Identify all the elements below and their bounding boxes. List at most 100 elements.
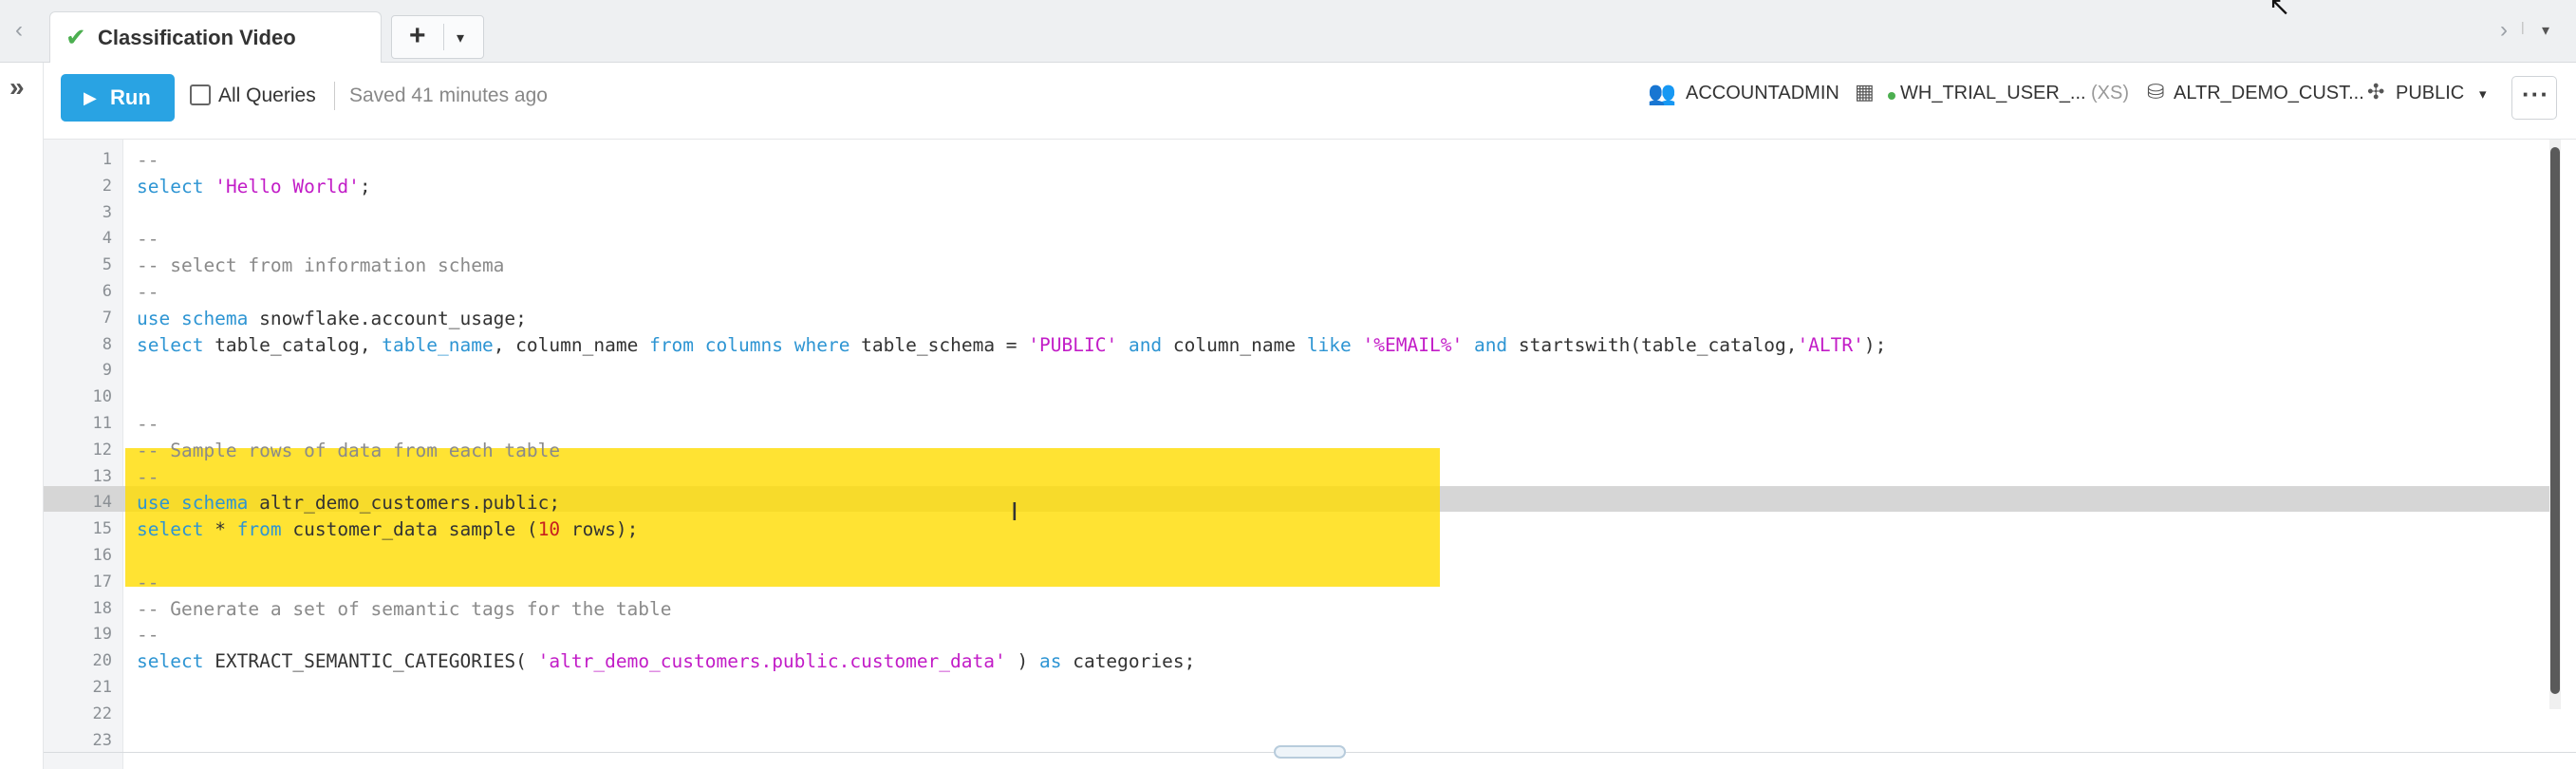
code-line[interactable] [137,358,1886,384]
line-number: 22 [92,703,112,723]
tab-list-menu-icon[interactable]: ▾ [2542,21,2549,40]
results-splitter-handle[interactable] [1274,745,1346,759]
code-token: 'altr_demo_customers.public.customer_dat… [537,650,1006,673]
text-cursor-icon: I [1011,498,1018,527]
chevron-down-icon[interactable]: ▾ [2479,85,2487,103]
code-token: 'ALTR' [1797,333,1864,356]
mouse-pointer-icon: ↖ [2268,0,2291,21]
run-button-label: Run [110,85,151,109]
code-token: altr_demo_customers.public; [248,492,561,515]
tab-bar-divider: | [2521,19,2525,34]
line-number: 13 [92,466,112,486]
role-selector[interactable]: ACCOUNTADMIN [1686,83,1839,104]
code-line[interactable]: select table_catalog, table_name, column… [137,332,1886,359]
code-token: and [1473,333,1508,356]
code-line[interactable] [137,675,1886,702]
code-token: * [203,518,237,541]
line-number: 8 [102,334,112,354]
code-line[interactable]: -- Sample rows of data from each table [137,438,1886,464]
code-line[interactable]: use schema snowflake.account_usage; [137,306,1886,332]
warehouse-size: (XS) [2091,83,2129,103]
line-number: 4 [102,229,112,249]
code-token: where [793,333,850,356]
code-lines[interactable]: -- select 'Hello World'; -- -- select from… [137,147,1886,754]
tab-classification-video[interactable]: ✔ Classification Video [49,11,382,63]
code-token: -- [137,465,159,488]
line-number: 21 [92,677,112,697]
code-line[interactable]: -- [137,464,1886,491]
code-line[interactable] [137,384,1886,411]
plus-icon: + [409,20,426,51]
code-token: customer_data sample ( [281,518,538,541]
code-line[interactable]: -- [137,570,1886,596]
tab-label: Classification Video [98,26,296,49]
all-queries-checkbox[interactable] [190,84,211,105]
code-token: select [137,518,204,541]
code-token: rows); [560,518,639,541]
code-token: 'Hello World' [215,175,360,197]
worksheet-toolbar: ▶ Run All Queries Saved 41 minutes ago 👥… [44,63,2576,139]
code-line[interactable]: -- [137,622,1886,648]
code-token: -- [137,149,159,171]
database-selector[interactable]: ALTR_DEMO_CUST... [2174,83,2364,104]
grid-icon: ▦ [1855,80,1875,103]
line-number: 10 [92,387,112,407]
sql-editor[interactable]: 1 2 3 4 5 6 7 8 9 10 11 12 13 14 15 16 17 18 19 20 21 22 23 --… [44,139,2576,769]
worksheet-tab-bar: ‹ ✔ Classification Video + ▾ › | ▾ [0,0,2576,63]
code-token: table_schema = [849,333,1029,356]
warehouse-selector[interactable]: WH_TRIAL_USER_... [1900,83,2086,104]
check-icon: ✔ [65,23,86,51]
all-queries-label[interactable]: All Queries [218,84,316,107]
code-line[interactable] [137,702,1886,728]
tab-scroll-right-icon[interactable]: › [2500,17,2508,44]
code-token: -- [137,228,159,251]
code-line[interactable] [137,543,1886,570]
code-token: '%EMAIL%' [1362,333,1464,356]
line-number: 6 [102,281,112,301]
code-token: -- Sample rows of data from each table [137,439,561,461]
left-sidebar-collapsed: » [0,63,44,769]
chevron-down-icon[interactable]: ▾ [457,28,464,47]
run-button[interactable]: ▶ Run [61,74,175,122]
schema-selector[interactable]: PUBLIC [2396,83,2464,104]
code-token: startswith(table_catalog, [1507,333,1798,356]
code-token: select [137,175,204,197]
warehouse-status-dot [1888,92,1895,100]
code-token: ); [1863,333,1887,356]
users-icon: 👥 [1648,81,1676,106]
code-token: -- [137,280,159,303]
code-line[interactable]: select 'Hello World'; [137,174,1886,200]
line-number: 2 [102,176,112,196]
more-options-button[interactable]: ··· [2511,76,2557,120]
line-numbers: 1 2 3 4 5 6 7 8 9 10 11 12 13 14 15 16 17 18 19 20 21 22 23 [44,147,112,754]
saved-status: Saved 41 minutes ago [349,84,548,106]
code-line[interactable] [137,728,1886,755]
code-token: from [649,333,695,356]
code-line[interactable]: select EXTRACT_SEMANTIC_CATEGORIES( 'alt… [137,648,1886,675]
tab-scroll-left-icon[interactable]: ‹ [15,17,23,44]
line-number: 1 [102,150,112,169]
schema-icon: ✣ [2367,80,2385,103]
code-line[interactable]: -- [137,226,1886,253]
vertical-scrollbar-thumb[interactable] [2550,147,2560,694]
new-worksheet-button[interactable]: + ▾ [391,15,484,59]
code-line[interactable]: -- [137,411,1886,438]
code-line[interactable]: -- [137,147,1886,174]
line-number: 11 [92,413,112,433]
code-line[interactable]: -- select from information schema [137,253,1886,279]
code-line[interactable]: -- [137,279,1886,306]
code-token: and [1128,333,1163,356]
line-number: 19 [92,625,112,645]
code-line[interactable]: -- Generate a set of semantic tags for t… [137,596,1886,623]
line-number: 5 [102,255,112,275]
code-token: columns [704,333,783,356]
toolbar-divider [334,82,335,110]
double-chevron-right-icon[interactable]: » [9,72,25,103]
database-icon: ⛁ [2147,80,2165,103]
line-number: 15 [92,519,112,539]
code-line[interactable] [137,200,1886,227]
